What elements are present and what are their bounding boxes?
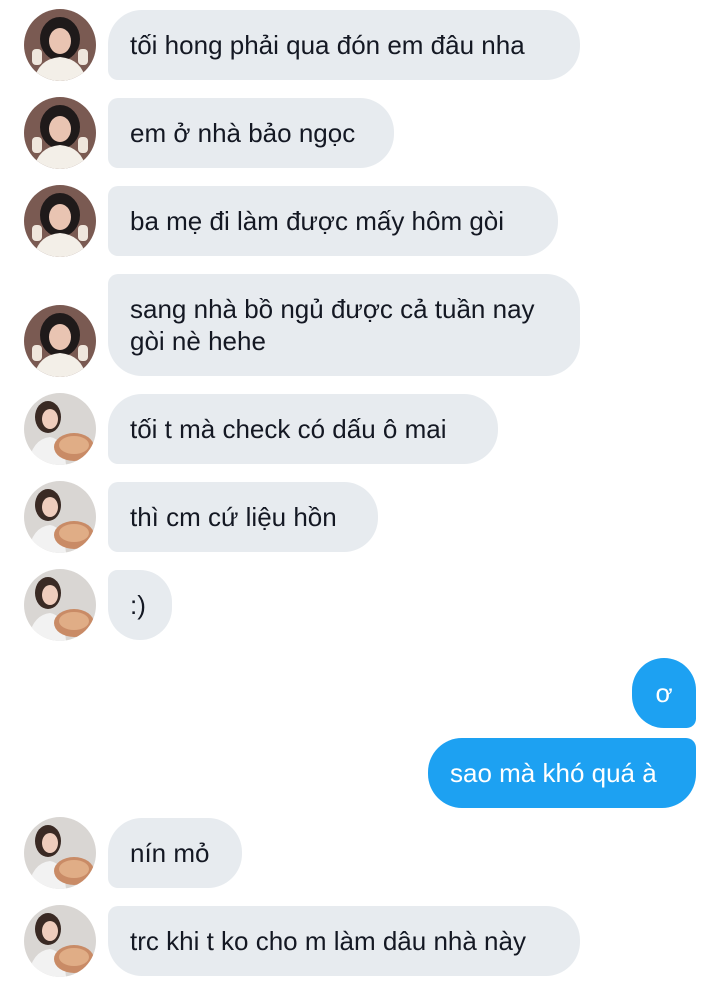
avatar-girl-dark-hair-icon bbox=[24, 9, 96, 81]
contact-avatar[interactable] bbox=[24, 905, 96, 977]
avatar-girl-with-food-icon bbox=[24, 817, 96, 889]
avatar-girl-dark-hair-icon bbox=[24, 305, 96, 377]
contact-avatar[interactable] bbox=[24, 185, 96, 257]
contact-avatar[interactable] bbox=[24, 9, 96, 81]
avatar-girl-with-food-icon bbox=[24, 393, 96, 465]
message-bubble[interactable]: em ở nhà bảo ngọc bbox=[108, 98, 394, 168]
contact-avatar[interactable] bbox=[24, 97, 96, 169]
contact-avatar[interactable] bbox=[24, 569, 96, 641]
message-text: em ở nhà bảo ngọc bbox=[130, 118, 356, 148]
message-bubble[interactable]: ba mẹ đi làm được mấy hôm gòi bbox=[108, 186, 558, 256]
avatar-girl-with-food-icon bbox=[24, 569, 96, 641]
message-text: sang nhà bồ ngủ được cả tuần nay gòi nè … bbox=[130, 294, 535, 356]
message-text: thì cm cứ liệu hồn bbox=[130, 502, 337, 532]
contact-avatar[interactable] bbox=[24, 393, 96, 465]
contact-avatar[interactable] bbox=[24, 305, 96, 377]
chat-thread: tối hong phải qua đón em đâu nha em ở nh… bbox=[0, 0, 720, 1000]
avatar-girl-with-food-icon bbox=[24, 481, 96, 553]
message-text: tối t mà check có dấu ô mai bbox=[130, 414, 447, 444]
message-text: ba mẹ đi làm được mấy hôm gòi bbox=[130, 206, 505, 236]
message-text: nín mỏ bbox=[130, 838, 210, 868]
message-text: tối hong phải qua đón em đâu nha bbox=[130, 30, 525, 60]
message-bubble[interactable]: :) bbox=[108, 570, 172, 640]
message-bubble[interactable]: thì cm cứ liệu hồn bbox=[108, 482, 378, 552]
message-text: :) bbox=[130, 590, 146, 620]
message-bubble[interactable]: sang nhà bồ ngủ được cả tuần nay gòi nè … bbox=[108, 274, 580, 376]
message-text: sao mà khó quá à bbox=[450, 758, 657, 788]
message-text: ơ bbox=[655, 678, 673, 708]
outgoing-message-bubble[interactable]: ơ bbox=[632, 658, 696, 728]
outgoing-message-bubble[interactable]: sao mà khó quá à bbox=[428, 738, 696, 808]
avatar-girl-dark-hair-icon bbox=[24, 97, 96, 169]
message-bubble[interactable]: tối hong phải qua đón em đâu nha bbox=[108, 10, 580, 80]
message-text: trc khi t ko cho m làm dâu nhà này bbox=[130, 926, 526, 956]
avatar-girl-dark-hair-icon bbox=[24, 185, 96, 257]
message-bubble[interactable]: nín mỏ bbox=[108, 818, 242, 888]
contact-avatar[interactable] bbox=[24, 481, 96, 553]
message-bubble[interactable]: trc khi t ko cho m làm dâu nhà này bbox=[108, 906, 580, 976]
contact-avatar[interactable] bbox=[24, 817, 96, 889]
message-bubble[interactable]: tối t mà check có dấu ô mai bbox=[108, 394, 498, 464]
avatar-girl-with-food-icon bbox=[24, 905, 96, 977]
